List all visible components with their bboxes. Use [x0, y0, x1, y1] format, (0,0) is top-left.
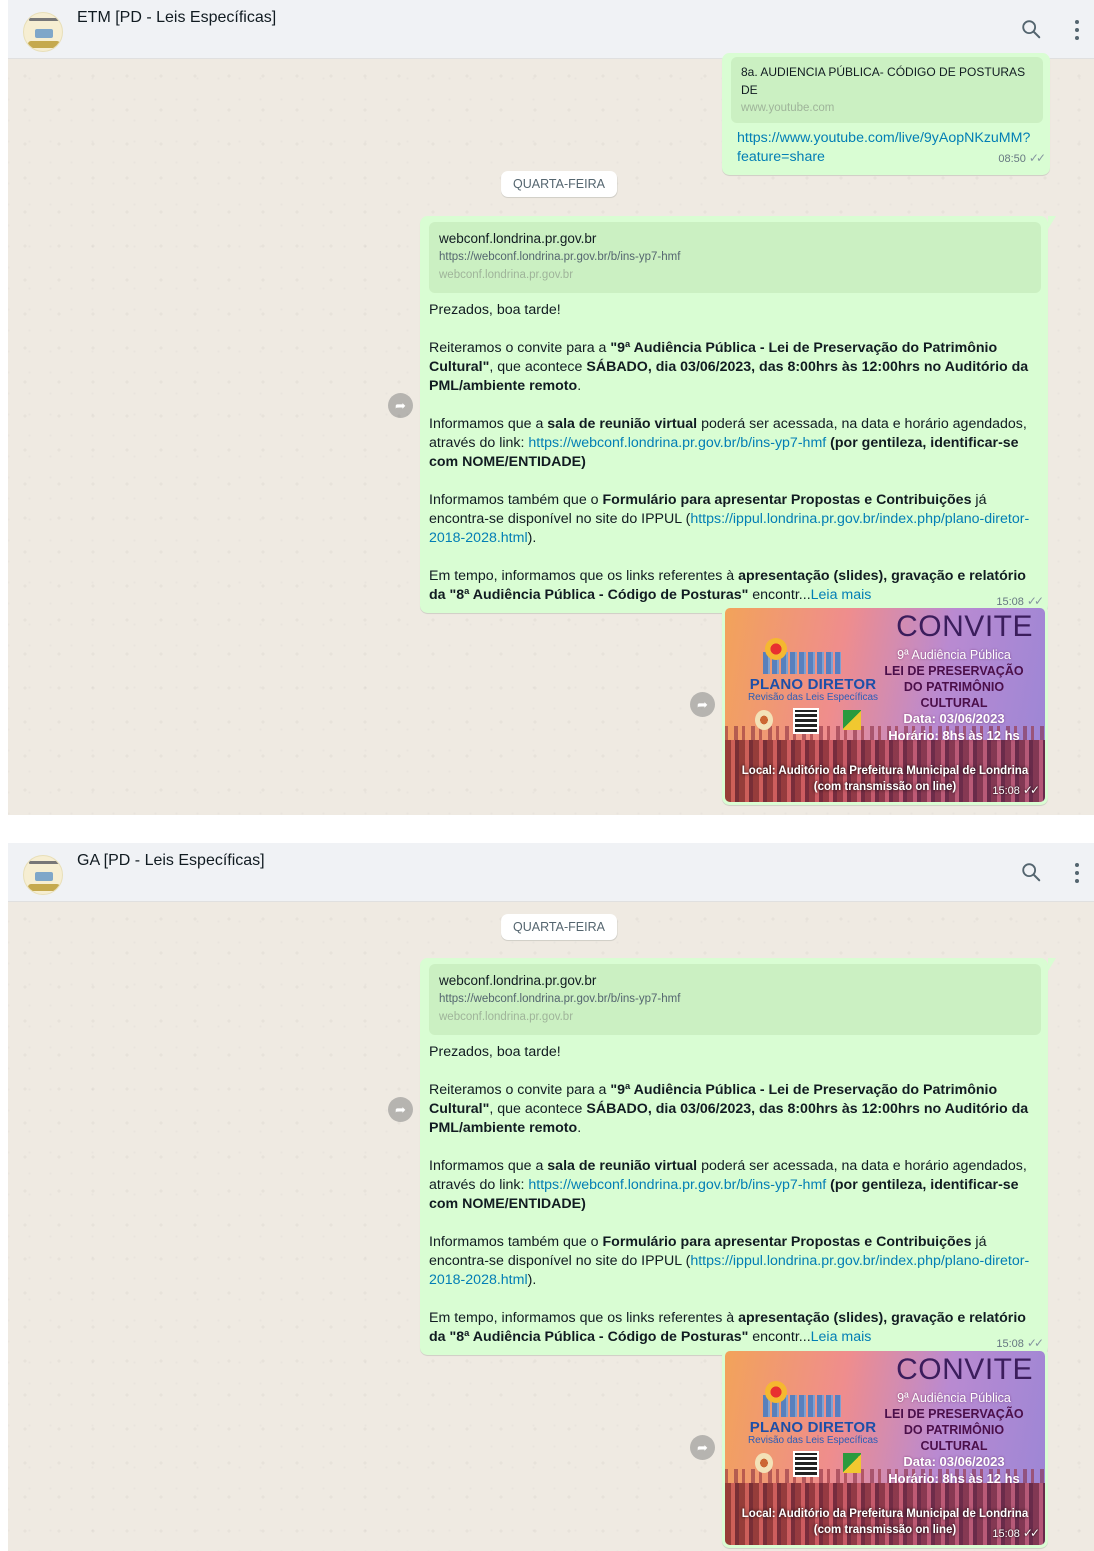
poster-local: Local: Auditório da Prefeitura Municipal… — [741, 1508, 1029, 1520]
poster-line: DO PATRIMÔNIO — [903, 1423, 1005, 1437]
chat-background: 8a. AUDIENCIA PÚBLICA- CÓDIGO DE POSTURA… — [8, 53, 1094, 815]
link-preview-host: www.youtube.com — [741, 102, 835, 114]
message-meta: 08:50 ✓✓ — [998, 151, 1046, 167]
city-seal-icon — [755, 710, 773, 730]
message-time: 08:50 — [998, 153, 1026, 165]
menu-dots-icon[interactable] — [1074, 861, 1080, 883]
message-paragraph: Prezados, boa tarde! — [429, 302, 561, 318]
link-preview[interactable]: webconf.londrina.pr.gov.br https://webco… — [429, 964, 1041, 1035]
webconf-link[interactable]: https://webconf.londrina.pr.gov.br/b/ins… — [528, 1177, 826, 1193]
message-bubble[interactable]: webconf.londrina.pr.gov.br https://webco… — [420, 958, 1056, 1355]
poster-line: LEI DE PRESERVAÇÃO — [884, 1407, 1024, 1421]
link-preview-title: webconf.londrina.pr.gov.br — [439, 973, 597, 988]
poster-convite: CONVITE — [896, 610, 1033, 643]
chat-title[interactable]: ETM [PD - Leis Específicas] — [77, 9, 276, 27]
link-preview-host: webconf.londrina.pr.gov.br — [439, 1011, 574, 1023]
message-bubble[interactable]: 8a. AUDIENCIA PÚBLICA- CÓDIGO DE POSTURA… — [722, 53, 1050, 175]
poster-time: Horário: 8hs às 12 hs — [888, 1471, 1020, 1486]
link-preview-title: 8a. AUDIENCIA PÚBLICA- CÓDIGO DE POSTURA… — [741, 65, 1026, 97]
forward-icon[interactable]: ➦ — [388, 393, 413, 418]
link-preview-url: https://webconf.londrina.pr.gov.br/b/ins… — [439, 993, 681, 1005]
link-preview[interactable]: webconf.londrina.pr.gov.br https://webco… — [429, 222, 1041, 293]
day-separator: QUARTA-FEIRA — [501, 171, 617, 197]
message-paragraph: Prezados, boa tarde! — [429, 1044, 561, 1060]
poster-time: Horário: 8hs às 12 hs — [888, 728, 1020, 743]
message-paragraph: Reiteramos o convite para a "9ª Audiênci… — [429, 1082, 1029, 1136]
webconf-link[interactable]: https://webconf.londrina.pr.gov.br/b/ins… — [528, 435, 826, 451]
chat-window-ga: GA [PD - Leis Específicas] QUARTA-FEIRA … — [8, 843, 1094, 1551]
invitation-poster-image[interactable]: PLANO DIRETOR Revisão das Leis Específic… — [725, 608, 1045, 802]
message-time: 15:08 — [992, 785, 1020, 797]
chat-window-etm: ETM [PD - Leis Específicas] 8a. AUDIENCI… — [8, 0, 1094, 815]
avatar[interactable] — [23, 12, 63, 52]
message-paragraph: Reiteramos o convite para a "9ª Audiênci… — [429, 340, 1029, 394]
ippul-logo-icon — [843, 1453, 861, 1473]
read-more-link[interactable]: Leia mais — [811, 587, 872, 603]
poster-date: Data: 03/06/2023 — [903, 1454, 1005, 1469]
youtube-link[interactable]: https://www.youtube.com/live/9yAopNKzuMM… — [737, 130, 1030, 165]
chat-header[interactable]: ETM [PD - Leis Específicas] — [8, 0, 1094, 59]
link-preview-url: https://webconf.londrina.pr.gov.br/b/ins… — [439, 251, 681, 263]
search-icon[interactable] — [1020, 861, 1042, 883]
link-preview-host: webconf.londrina.pr.gov.br — [439, 269, 574, 281]
message-text: https://www.youtube.com/live/9yAopNKzuMM… — [731, 129, 1046, 167]
read-ticks-icon: ✓✓ — [1022, 1526, 1040, 1540]
invitation-poster-image[interactable]: PLANO DIRETOR Revisão das Leis Específic… — [725, 1351, 1045, 1545]
message-paragraph: Informamos também que o Formulário para … — [429, 492, 1030, 546]
chat-header[interactable]: GA [PD - Leis Específicas] — [8, 843, 1094, 902]
message-paragraph: Informamos que a sala de reunião virtual… — [429, 416, 1027, 470]
image-message[interactable]: PLANO DIRETOR Revisão das Leis Específic… — [722, 605, 1048, 805]
poster-date: Data: 03/06/2023 — [903, 711, 1005, 726]
message-time: 15:08 — [992, 1528, 1020, 1540]
forward-icon[interactable]: ➦ — [388, 1097, 413, 1122]
message-paragraph: Informamos que a sala de reunião virtual… — [429, 1158, 1027, 1212]
link-preview[interactable]: 8a. AUDIENCIA PÚBLICA- CÓDIGO DE POSTURA… — [731, 57, 1043, 123]
sun-logo-icon — [765, 638, 787, 660]
message-meta: 15:08 ✓✓ — [992, 1526, 1040, 1540]
poster-line: CULTURAL — [920, 1439, 988, 1453]
ippul-logo-icon — [843, 710, 861, 730]
forward-icon[interactable]: ➦ — [690, 1435, 715, 1460]
read-ticks-icon: ✓✓ — [1028, 151, 1046, 165]
image-message[interactable]: PLANO DIRETOR Revisão das Leis Específic… — [722, 1348, 1048, 1548]
partner-logos — [755, 1451, 875, 1477]
qr-code-icon — [793, 1451, 819, 1477]
message-text: Prezados, boa tarde! Reiteramos o convit… — [429, 1043, 1044, 1350]
poster-line: CULTURAL — [920, 696, 988, 710]
partner-logos — [755, 708, 875, 734]
poster-line: 9ª Audiência Pública — [897, 1391, 1011, 1405]
qr-code-icon — [793, 708, 819, 734]
forward-icon[interactable]: ➦ — [690, 692, 715, 717]
poster-plano-diretor: PLANO DIRETOR — [749, 676, 877, 693]
message-text: Prezados, boa tarde! Reiteramos o convit… — [429, 301, 1044, 608]
menu-dots-icon[interactable] — [1074, 18, 1080, 40]
avatar[interactable] — [23, 855, 63, 895]
poster-convite: CONVITE — [896, 1353, 1033, 1386]
read-more-link[interactable]: Leia mais — [811, 1329, 872, 1345]
search-icon[interactable] — [1020, 18, 1042, 40]
day-separator: QUARTA-FEIRA — [501, 914, 617, 940]
city-seal-icon — [755, 1453, 773, 1473]
poster-line: LEI DE PRESERVAÇÃO — [884, 664, 1024, 678]
poster-line: DO PATRIMÔNIO — [903, 680, 1005, 694]
link-preview-title: webconf.londrina.pr.gov.br — [439, 231, 597, 246]
poster-local: Local: Auditório da Prefeitura Municipal… — [741, 765, 1029, 777]
chat-title[interactable]: GA [PD - Leis Específicas] — [77, 852, 265, 870]
sun-logo-icon — [765, 1381, 787, 1403]
poster-plano-diretor: PLANO DIRETOR — [749, 1419, 877, 1436]
poster-line: 9ª Audiência Pública — [897, 648, 1011, 662]
message-meta: 15:08 ✓✓ — [992, 783, 1040, 797]
message-paragraph: Em tempo, informamos que os links refere… — [429, 568, 1044, 608]
chat-background: QUARTA-FEIRA ➦ webconf.londrina.pr.gov.b… — [8, 902, 1094, 1551]
message-bubble[interactable]: webconf.londrina.pr.gov.br https://webco… — [420, 216, 1056, 613]
read-ticks-icon: ✓✓ — [1022, 783, 1040, 797]
message-paragraph: Em tempo, informamos que os links refere… — [429, 1310, 1044, 1350]
message-paragraph: Informamos também que o Formulário para … — [429, 1234, 1030, 1288]
